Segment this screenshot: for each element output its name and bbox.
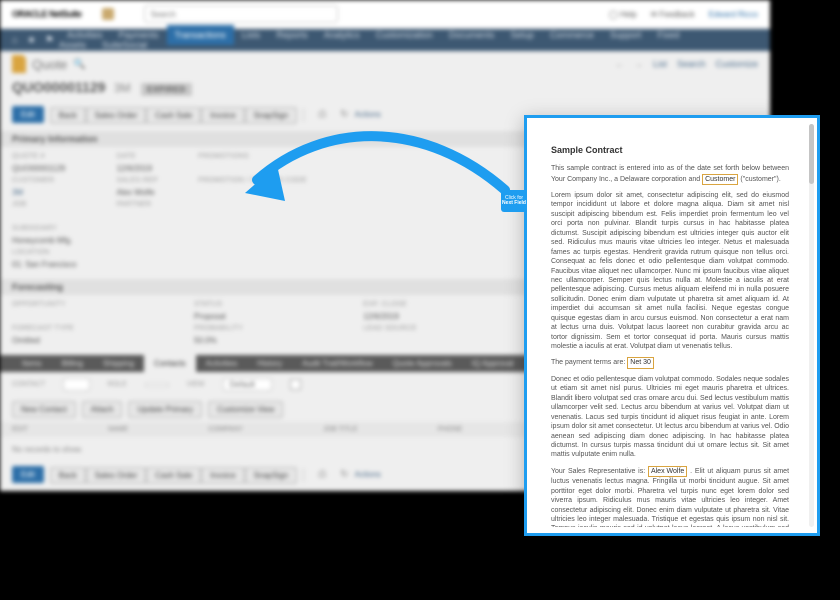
tab-contacts[interactable]: Contacts: [144, 355, 196, 372]
nav-documents[interactable]: Documents: [441, 25, 503, 45]
main-nav: ⌂ ★ ⚑ ActivitiesPaymentsTransactionsList…: [0, 29, 770, 51]
new-contact-button[interactable]: New Contact: [12, 401, 76, 418]
customize-view-button[interactable]: Customize View: [208, 401, 283, 418]
nav-reports[interactable]: Reports: [268, 25, 316, 45]
search-input[interactable]: [144, 5, 338, 23]
cash-sale-button[interactable]: Cash Sale: [146, 467, 201, 484]
col-name: NAME: [108, 426, 128, 433]
tab-items[interactable]: Items: [12, 355, 52, 372]
tab-shipping[interactable]: Shipping: [93, 355, 144, 372]
refresh-icon[interactable]: ↻: [340, 469, 348, 480]
role-select[interactable]: [145, 383, 169, 387]
star-icon[interactable]: ★: [23, 32, 40, 49]
nav-commerce[interactable]: Commerce: [542, 25, 602, 45]
tab-history[interactable]: History: [247, 355, 292, 372]
edit-button-bottom[interactable]: Edit: [12, 466, 44, 483]
print-icon[interactable]: ⎙: [318, 469, 326, 480]
col-phone: PHONE: [438, 426, 463, 433]
help-link[interactable]: ◯ Help: [609, 10, 637, 19]
edit-button[interactable]: Edit: [12, 106, 44, 123]
cash-sale-button[interactable]: Cash Sale: [146, 107, 201, 124]
nav-analytics[interactable]: Analytics: [316, 25, 368, 45]
quote-icon: [12, 55, 26, 73]
contract-document: Sample Contract This sample contract is …: [533, 124, 807, 527]
search-icon[interactable]: 🔍: [73, 59, 85, 70]
col-edit: EDIT: [12, 426, 28, 433]
col-job-title: JOB TITLE: [323, 426, 358, 433]
invoice-button[interactable]: Invoice: [201, 467, 244, 484]
feedback-link[interactable]: ✉ Feedback: [651, 10, 695, 19]
snapsign-button[interactable]: SnapSign: [245, 467, 298, 484]
status-badge: EXPIRED: [141, 83, 192, 96]
attach-button[interactable]: Attach: [82, 401, 123, 418]
home-icon[interactable]: ⌂: [8, 32, 22, 49]
nav-lists[interactable]: Lists: [234, 25, 269, 45]
print-icon[interactable]: ⎙: [318, 109, 326, 120]
contact-select[interactable]: [63, 378, 89, 391]
back-button[interactable]: Back: [50, 107, 86, 124]
oracle-netsuite-logo: ORACLE NetSuite: [12, 9, 82, 19]
field-terms[interactable]: Net 30: [627, 357, 654, 368]
sales-order-button[interactable]: Sales Order: [86, 107, 147, 124]
view-select[interactable]: Default: [223, 378, 272, 391]
sales-order-button[interactable]: Sales Order: [86, 467, 147, 484]
back-button[interactable]: Back: [50, 467, 86, 484]
customize-link[interactable]: Customize: [715, 59, 758, 69]
nav-setup[interactable]: Setup: [502, 25, 542, 45]
field-sales-rep[interactable]: Alex Wolfe: [648, 466, 687, 477]
prev-arrow-icon[interactable]: ←: [615, 59, 624, 69]
tab-iq-approval[interactable]: IQ Approval: [462, 355, 524, 372]
nav-transactions[interactable]: Transactions: [167, 25, 234, 45]
nav-support[interactable]: Support: [602, 25, 650, 45]
invoice-button[interactable]: Invoice: [201, 107, 244, 124]
page-title: Quote: [32, 57, 67, 72]
next-field-tag[interactable]: Click forNext Field: [501, 190, 527, 212]
scrollbar-thumb[interactable]: [809, 124, 814, 184]
list-link[interactable]: List: [653, 59, 667, 69]
doc-title: Sample Contract: [551, 144, 789, 156]
nav-suitesocial[interactable]: SuiteSocial: [94, 35, 155, 55]
next-arrow-icon[interactable]: →: [634, 59, 643, 69]
user-menu[interactable]: Edward Ricco: [709, 10, 758, 19]
search-link[interactable]: Search: [677, 59, 706, 69]
tab-quote-approvals[interactable]: Quote Approvals: [383, 355, 462, 372]
col-company: COMPANY: [208, 426, 243, 433]
logo-square-icon: [102, 8, 114, 20]
snapsign-button[interactable]: SnapSign: [245, 107, 298, 124]
favorites-icon[interactable]: ⚑: [41, 32, 58, 49]
refresh-icon[interactable]: ↻: [340, 109, 348, 120]
actions-menu-bottom[interactable]: Actions: [355, 470, 381, 479]
update-primary-button[interactable]: Update Primary: [128, 401, 202, 418]
contract-preview-panel: Click forNext Field Sample Contract This…: [524, 115, 820, 536]
tab-billing[interactable]: Billing: [52, 355, 93, 372]
tab-activities[interactable]: Activities: [196, 355, 248, 372]
field-customer[interactable]: Customer: [702, 174, 738, 185]
actions-menu[interactable]: Actions: [355, 110, 381, 119]
private-checkbox[interactable]: [290, 379, 301, 390]
panel-scrollbar[interactable]: [809, 124, 814, 527]
tab-audit-trail-workflow[interactable]: Audit Trail/Workflow: [292, 355, 383, 372]
nav-customization[interactable]: Customization: [368, 25, 441, 45]
global-search[interactable]: [144, 5, 324, 23]
record-title: QUO00001129 3M EXPIRED: [0, 77, 770, 102]
